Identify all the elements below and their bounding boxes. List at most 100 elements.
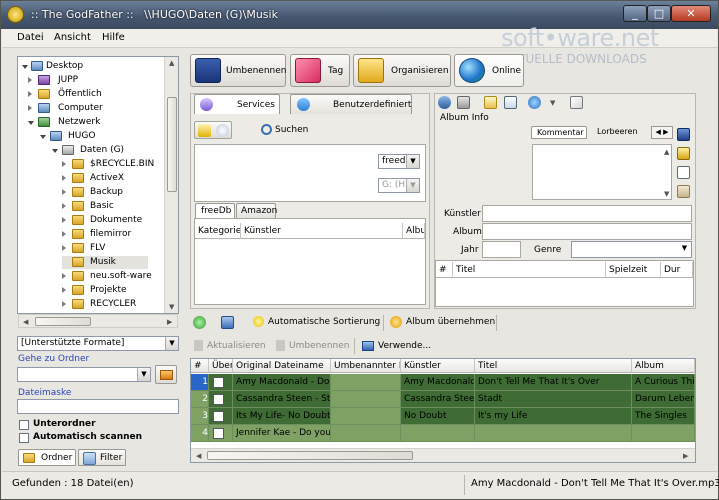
col-original-filename[interactable]: Original Dateiname — [233, 359, 331, 373]
rename-toolbar-button[interactable]: Umbenennen — [190, 54, 287, 87]
drive-select[interactable]: G: (H ▼ — [378, 178, 420, 193]
tree-horizontal-scrollbar[interactable]: ◀ ▶ — [18, 314, 178, 328]
service-tools — [194, 121, 232, 139]
scroll-thumb[interactable] — [167, 97, 177, 192]
open-icon[interactable] — [677, 147, 690, 160]
genre-select[interactable]: ▼ — [571, 241, 692, 258]
tree-item-musik[interactable]: Musik — [62, 256, 148, 269]
scroll-thumb[interactable] — [207, 451, 413, 460]
subfolders-checkbox[interactable] — [19, 420, 29, 430]
document-icon[interactable] — [504, 96, 517, 109]
scroll-thumb[interactable] — [35, 317, 91, 326]
refresh-green-icon[interactable] — [193, 316, 206, 329]
folder-icon — [72, 159, 84, 169]
tab-benutzerdefiniert[interactable]: Benutzerdefiniert — [290, 94, 412, 114]
refresh-button[interactable]: Aktualisieren — [194, 339, 266, 353]
cell-renamed — [331, 374, 401, 391]
clipboard-icon[interactable] — [677, 185, 690, 198]
row-checkbox[interactable] — [213, 394, 224, 405]
cell-ueber — [209, 425, 233, 442]
col-artist[interactable]: Künstler — [401, 359, 475, 373]
online-toolbar-button[interactable]: Online — [454, 54, 524, 87]
artist-input[interactable] — [482, 205, 692, 222]
year-input[interactable] — [482, 241, 521, 258]
refresh-icon[interactable] — [528, 96, 541, 109]
format-select[interactable]: [Unterstützte Formate] ▼ — [17, 336, 179, 351]
artist-icon[interactable] — [438, 96, 451, 109]
new-document-icon[interactable] — [677, 166, 690, 179]
maximize-button[interactable]: □ — [647, 5, 671, 22]
row-checkbox[interactable] — [213, 411, 224, 422]
cell-file: Its My Life- No Doubt. — [233, 408, 331, 425]
table-row[interactable]: 1 Amy Macdonald - Don Amy Macdonald Don't T… — [191, 374, 695, 391]
filemask-input[interactable] — [17, 399, 179, 414]
folder-icon — [72, 243, 84, 253]
eraser-icon[interactable] — [570, 96, 583, 109]
col-track-title[interactable]: Titel — [453, 262, 606, 278]
tab-ordner[interactable]: Ordner — [18, 449, 76, 466]
tab-scroll-arrows[interactable]: ◀ ▶ — [651, 126, 673, 139]
comment-textarea[interactable]: ▲ ▼ — [532, 144, 672, 200]
cell-title: Stadt — [475, 391, 632, 408]
tab-kommentar[interactable]: Kommentar — [531, 126, 587, 139]
col-track-number[interactable]: # — [436, 262, 453, 278]
cell-ueber — [209, 408, 233, 425]
minimize-button[interactable]: _ — [623, 5, 647, 22]
cover-icon[interactable] — [457, 96, 470, 109]
tree-vertical-scrollbar[interactable]: ▲ ▼ — [164, 57, 178, 313]
col-renamed[interactable]: Umbenannter D — [331, 359, 401, 373]
source-select[interactable]: freedb ▼ — [378, 154, 420, 169]
col-ueber[interactable]: Über — [209, 359, 233, 373]
col-number[interactable]: # — [191, 359, 209, 373]
col-track-duration[interactable]: Spielzeit — [606, 262, 661, 278]
row-checkbox[interactable] — [213, 377, 224, 388]
tab-amazon[interactable]: Amazon — [236, 203, 277, 218]
col-album[interactable]: Album — [632, 359, 695, 373]
col-kategorie[interactable]: Kategorie — [195, 223, 241, 239]
tab-freedb[interactable]: freeDb — [195, 203, 235, 218]
services-results-list[interactable]: Kategorie Künstler Album — [194, 218, 426, 305]
tab-services[interactable]: Services — [194, 94, 280, 114]
menu-datei[interactable]: Datei — [17, 32, 44, 43]
table-row[interactable]: 2 Cassandra Steen - Sta Cassandra Steen Sta… — [191, 391, 695, 408]
col-track-dur[interactable]: Dur — [661, 262, 693, 278]
tab-lorbeeren[interactable]: Lorbeeren — [592, 126, 644, 139]
table-row[interactable]: 3 Its My Life- No Doubt. No Doubt It's my L… — [191, 408, 695, 425]
album-input[interactable] — [482, 223, 692, 240]
table-row[interactable]: 4 Jennifer Kae - Do you — [191, 425, 695, 442]
apply-album-button[interactable]: Album übernehmen — [390, 315, 495, 329]
tab-filter[interactable]: Filter — [78, 449, 126, 466]
album-tracks-list[interactable]: # Titel Spielzeit Dur — [435, 260, 694, 307]
arrow-circle-icon — [390, 315, 402, 328]
cd-icon[interactable] — [216, 124, 229, 137]
menu-ansicht[interactable]: Ansicht — [54, 32, 91, 43]
autosort-button[interactable]: Automatische Sortierung — [253, 315, 380, 329]
lightbulb-icon — [253, 316, 264, 327]
rename-button[interactable]: Umbenennen — [276, 339, 350, 353]
save-icon[interactable] — [677, 128, 690, 141]
row-checkbox[interactable] — [213, 428, 224, 439]
col-album[interactable]: Album — [403, 223, 425, 239]
tag-toolbar-button[interactable]: Tag — [290, 54, 350, 87]
file-grid[interactable]: # Über Original Dateiname Umbenannter D … — [190, 358, 696, 463]
cell-n: 3 — [191, 408, 209, 425]
wand-icon[interactable] — [198, 124, 211, 137]
cell-n: 1 — [191, 374, 209, 391]
close-button[interactable]: ✕ — [671, 5, 711, 22]
cell-artist — [401, 425, 475, 442]
cell-renamed — [331, 425, 401, 442]
autoscan-checkbox[interactable] — [19, 433, 29, 443]
cell-album — [632, 425, 695, 442]
use-button[interactable]: Verwende... — [362, 339, 431, 353]
grid-horizontal-scrollbar[interactable]: ◀ ▶ — [191, 448, 695, 462]
col-title[interactable]: Titel — [475, 359, 632, 373]
browse-folder-button[interactable] — [155, 365, 177, 384]
menu-hilfe[interactable]: Hilfe — [102, 32, 125, 43]
search-button[interactable]: Suchen — [261, 123, 308, 137]
organize-toolbar-button[interactable]: Organisieren — [353, 54, 451, 87]
col-kuenstler[interactable]: Künstler — [241, 223, 403, 239]
folder-tree[interactable]: Desktop JUPP Öffentlich Computer Netzwer… — [17, 56, 179, 314]
goto-folder-combo[interactable]: ▼ — [17, 367, 151, 382]
paste-icon[interactable] — [484, 96, 497, 109]
grid-icon[interactable] — [221, 316, 234, 329]
